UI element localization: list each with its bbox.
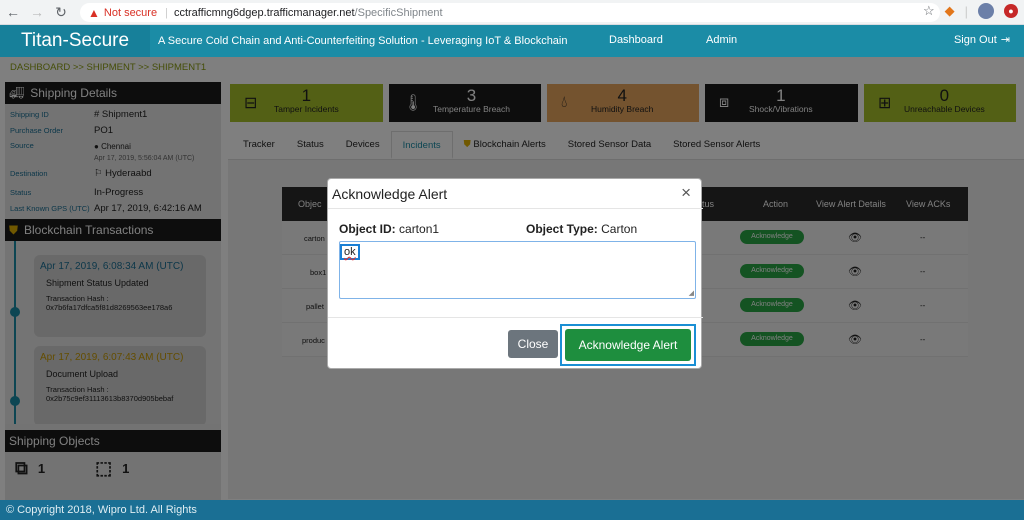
profile-avatar-icon[interactable] [978,3,994,19]
not-secure-label: Not secure [103,6,158,19]
comment-textarea[interactable]: ok ◢ [339,241,696,299]
object-id-value: carton1 [399,222,440,236]
forward-icon[interactable]: → [26,1,48,23]
acknowledge-alert-button[interactable]: Acknowledge Alert [565,329,691,361]
acknowledge-alert-modal: Acknowledge Alert × Object ID: carton1 O… [327,178,703,369]
signout-label: Sign Out [953,33,997,46]
bookmark-star-icon[interactable]: ☆ [923,3,935,19]
tagline: A Secure Cold Chain and Anti-Counterfeit… [158,35,568,47]
object-id: Object ID: carton1 [339,222,439,236]
modal-title: Acknowledge Alert [332,186,448,202]
address-bar[interactable]: ▲ Not secure | cctrafficmng6dgep.traffic… [80,3,940,22]
app-header: Titan-Secure A Secure Cold Chain and Ant… [0,25,1024,57]
footer: © Copyright 2018, Wipro Ltd. All Rights [0,500,1024,520]
signout-button[interactable]: Sign Out ⇥ [953,33,1010,47]
object-id-label: Object ID: [339,222,396,236]
close-button[interactable]: Close [508,330,558,358]
nav-admin[interactable]: Admin [706,34,737,46]
reload-icon[interactable]: ↻ [50,1,72,23]
extension-red-icon[interactable]: ● [1004,4,1018,18]
object-type: Object Type: Carton [526,222,637,236]
nav-dashboard[interactable]: Dashboard [609,34,663,46]
url-separator: | [165,6,168,19]
signout-icon: ⇥ [1000,34,1010,46]
url-path: /SpecificShipment [354,6,443,19]
extension-fox-icon[interactable]: ◆ [945,3,955,19]
modal-divider [328,317,703,318]
object-type-value: Carton [601,222,638,236]
acknowledge-alert-focus-ring: Acknowledge Alert [560,324,696,366]
separator: | [964,3,968,19]
modal-divider [328,208,703,209]
brand-logo[interactable]: Titan-Secure [0,25,150,57]
comment-text: ok [340,244,360,260]
warning-icon: ▲ [88,5,100,20]
back-icon[interactable]: ← [2,1,24,23]
close-icon[interactable]: × [681,183,691,203]
browser-toolbar: ← → ↻ ▲ Not secure | cctrafficmng6dgep.t… [0,0,1024,25]
url-host: cctrafficmng6dgep.trafficmanager.net [173,6,355,19]
object-type-label: Object Type: [526,222,598,236]
resize-grip-icon[interactable]: ◢ [689,289,694,297]
